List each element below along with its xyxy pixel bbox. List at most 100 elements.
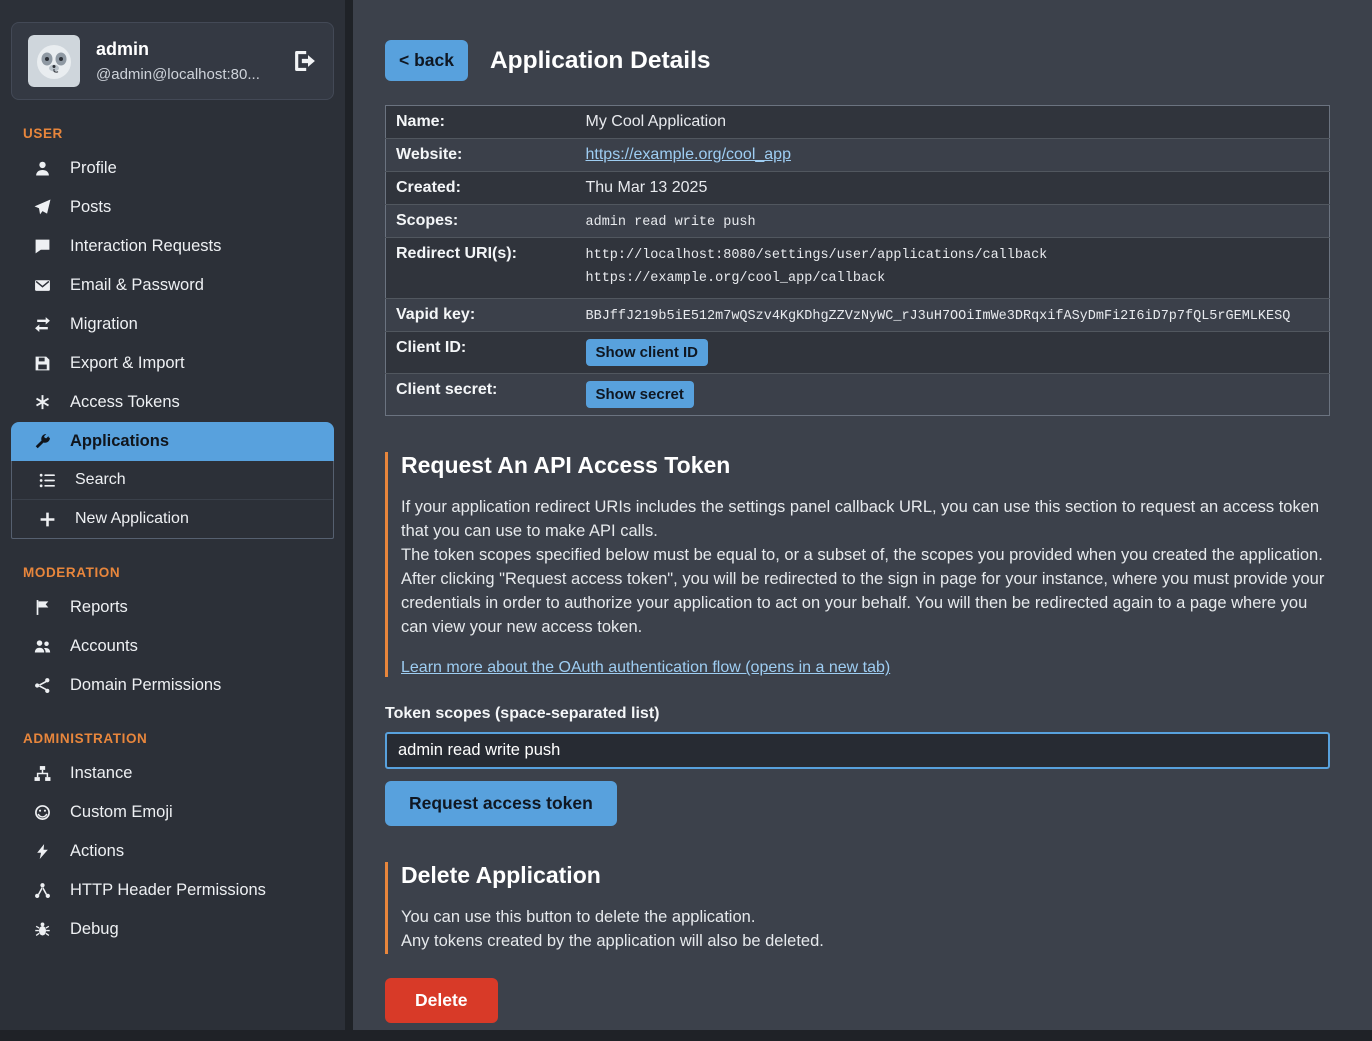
back-button[interactable]: < back <box>385 40 468 81</box>
section-label-moderation: MODERATION <box>23 565 334 580</box>
sidebar-item-custom-emoji[interactable]: Custom Emoji <box>11 793 334 832</box>
floppy-icon <box>32 355 52 372</box>
sidebar-item-new-application[interactable]: New Application <box>12 499 333 538</box>
row-label: Client secret: <box>386 373 578 415</box>
sidebar-item-label: Debug <box>70 920 119 939</box>
table-row: Redirect URI(s): http://localhost:8080/s… <box>386 238 1330 299</box>
page-title: Application Details <box>490 47 711 75</box>
request-token-section: Request An API Access Token If your appl… <box>385 452 1330 677</box>
sidebar-item-interaction-requests[interactable]: Interaction Requests <box>11 227 334 266</box>
section-label-user: USER <box>23 126 334 141</box>
request-token-paragraph: If your application redirect URIs includ… <box>401 495 1330 543</box>
show-secret-button[interactable]: Show secret <box>586 381 694 408</box>
page-header: < back Application Details <box>385 40 1330 81</box>
table-row: Client secret: Show secret <box>386 373 1330 415</box>
sidebar-item-label: Migration <box>70 315 138 334</box>
sidebar-item-posts[interactable]: Posts <box>11 188 334 227</box>
delete-application-section: Delete Application You can use this butt… <box>385 862 1330 953</box>
table-row: Client ID: Show client ID <box>386 331 1330 373</box>
share-nodes-icon <box>32 677 52 694</box>
sidebar-item-label: Applications <box>70 432 169 451</box>
list-icon <box>37 472 57 489</box>
network-icon <box>32 882 52 899</box>
oauth-docs-link[interactable]: Learn more about the OAuth authenticatio… <box>401 659 890 677</box>
envelope-icon <box>32 277 52 294</box>
avatar <box>28 35 80 87</box>
sidebar-item-export-import[interactable]: Export & Import <box>11 344 334 383</box>
row-label: Vapid key: <box>386 298 578 331</box>
sidebar-item-email-password[interactable]: Email & Password <box>11 266 334 305</box>
request-access-token-button[interactable]: Request access token <box>385 781 617 826</box>
sidebar-item-migration[interactable]: Migration <box>11 305 334 344</box>
scopes-value: admin read write push <box>586 215 756 230</box>
row-label: Redirect URI(s): <box>386 238 578 299</box>
settings-panel: admin @admin@localhost:80... USER Profil… <box>0 0 1372 1030</box>
delete-line: You can use this button to delete the ap… <box>401 905 1330 929</box>
sidebar-item-label: Email & Password <box>70 276 204 295</box>
sidebar-item-domain-permissions[interactable]: Domain Permissions <box>11 666 334 705</box>
website-link[interactable]: https://example.org/cool_app <box>586 146 791 163</box>
bug-icon <box>32 921 52 938</box>
user-meta: admin @admin@localhost:80... <box>96 39 260 83</box>
user-handle: @admin@localhost:80... <box>96 66 260 83</box>
users-icon <box>32 638 52 655</box>
user-icon <box>32 160 52 177</box>
sidebar-item-label: Posts <box>70 198 111 217</box>
sidebar-item-access-tokens[interactable]: Access Tokens <box>11 383 334 422</box>
request-token-title: Request An API Access Token <box>401 452 1330 479</box>
show-client-id-button[interactable]: Show client ID <box>586 339 709 366</box>
sidebar-item-label: Export & Import <box>70 354 185 373</box>
sidebar-item-label: Instance <box>70 764 132 783</box>
vapid-key-value: BBJffJ219b5iE512m7wQSzv4KgKDhgZZVzNyWC_r… <box>586 309 1291 324</box>
bolt-icon <box>32 843 52 860</box>
table-row: Vapid key: BBJffJ219b5iE512m7wQSzv4KgKDh… <box>386 298 1330 331</box>
token-scopes-input[interactable] <box>385 732 1330 769</box>
table-row: Website: https://example.org/cool_app <box>386 139 1330 172</box>
sidebar-item-label: Interaction Requests <box>70 237 221 256</box>
sidebar-item-applications-search[interactable]: Search <box>12 461 333 499</box>
sidebar-item-label: HTTP Header Permissions <box>70 881 266 900</box>
plus-icon <box>37 511 57 528</box>
exchange-icon <box>32 316 52 333</box>
user-card[interactable]: admin @admin@localhost:80... <box>11 22 334 100</box>
row-label: Name: <box>386 106 578 139</box>
row-label: Created: <box>386 172 578 205</box>
delete-line: Any tokens created by the application wi… <box>401 929 1330 953</box>
delete-button[interactable]: Delete <box>385 978 498 1023</box>
created-value: Thu Mar 13 2025 <box>578 172 1330 205</box>
logout-icon[interactable] <box>293 49 317 73</box>
wrench-icon <box>32 433 52 450</box>
sidebar-item-accounts[interactable]: Accounts <box>11 627 334 666</box>
sidebar-item-applications[interactable]: Applications <box>11 422 334 461</box>
application-details-table: Name: My Cool Application Website: https… <box>385 105 1330 416</box>
paper-plane-icon <box>32 199 52 216</box>
sidebar-item-http-header-permissions[interactable]: HTTP Header Permissions <box>11 871 334 910</box>
table-row: Scopes: admin read write push <box>386 205 1330 238</box>
request-token-paragraph: After clicking "Request access token", y… <box>401 567 1330 639</box>
sidebar-item-profile[interactable]: Profile <box>11 149 334 188</box>
sidebar-item-debug[interactable]: Debug <box>11 910 334 949</box>
redirect-uri-2: https://example.org/cool_app/callback <box>586 268 1322 291</box>
section-label-administration: ADMINISTRATION <box>23 731 334 746</box>
row-label: Scopes: <box>386 205 578 238</box>
sitemap-icon <box>32 765 52 782</box>
sidebar-item-label: Custom Emoji <box>70 803 173 822</box>
sidebar-item-label: Access Tokens <box>70 393 180 412</box>
user-name: admin <box>96 39 260 60</box>
comment-icon <box>32 238 52 255</box>
request-token-paragraph: The token scopes specified below must be… <box>401 543 1330 567</box>
sidebar-item-reports[interactable]: Reports <box>11 588 334 627</box>
applications-submenu: Search New Application <box>11 461 334 539</box>
sidebar-item-label: Search <box>75 471 126 489</box>
sidebar-item-label: New Application <box>75 510 189 528</box>
sidebar-item-instance[interactable]: Instance <box>11 754 334 793</box>
redirect-uri-1: http://localhost:8080/settings/user/appl… <box>586 245 1322 268</box>
table-row: Name: My Cool Application <box>386 106 1330 139</box>
main-content: < back Application Details Name: My Cool… <box>353 0 1372 1030</box>
sidebar-item-label: Profile <box>70 159 117 178</box>
table-row: Created: Thu Mar 13 2025 <box>386 172 1330 205</box>
sidebar-item-actions[interactable]: Actions <box>11 832 334 871</box>
sidebar-item-label: Actions <box>70 842 124 861</box>
sidebar: admin @admin@localhost:80... USER Profil… <box>0 0 345 1030</box>
flag-icon <box>32 599 52 616</box>
